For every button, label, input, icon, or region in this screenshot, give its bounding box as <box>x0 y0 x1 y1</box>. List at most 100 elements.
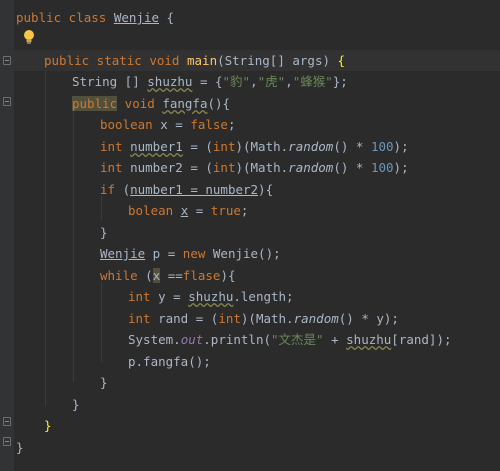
code-token: new <box>182 246 213 261</box>
code-line[interactable]: Wenjie p = new Wenjie(); <box>14 243 500 264</box>
code-token: )(Math. <box>240 311 294 326</box>
code-line[interactable]: } <box>14 222 500 243</box>
code-token: , <box>250 74 258 89</box>
code-token: == <box>160 268 183 283</box>
code-line[interactable]: int number2 = (int)(Math.random() * 100)… <box>14 157 500 178</box>
code-token: String [] <box>72 74 148 89</box>
code-token: System. <box>128 332 181 347</box>
code-token: )(Math. <box>235 139 289 154</box>
code-token: void <box>117 96 163 111</box>
code-token: main <box>187 53 218 68</box>
code-token: 100 <box>370 139 394 154</box>
code-line[interactable]: } <box>14 415 500 436</box>
code-token: ); <box>393 160 409 175</box>
code-token: "豹" <box>222 74 251 89</box>
editor-gutter[interactable] <box>0 0 14 471</box>
code-token: public <box>72 96 118 111</box>
code-token: 100 <box>370 160 394 175</box>
code-token: = ( <box>182 139 213 154</box>
code-token: = { <box>192 74 223 89</box>
code-token: ( <box>145 268 153 283</box>
code-line[interactable]: if (number1 = number2){ <box>14 179 500 200</box>
fold-marker-icon[interactable] <box>3 56 11 65</box>
code-token: .println( <box>203 332 271 347</box>
code-line[interactable]: int rand = (int)(Math.random() * y); <box>14 308 500 329</box>
code-token: "虎" <box>257 74 286 89</box>
code-token: (String[] args) <box>217 53 338 68</box>
code-token: p.fangfa(); <box>128 354 211 369</box>
code-token: } <box>44 418 52 433</box>
code-token: int <box>212 139 236 154</box>
code-token: public class <box>16 10 114 25</box>
code-line[interactable]: bolean x = true; <box>14 200 500 221</box>
code-token: int <box>100 160 131 175</box>
code-token: number2 = ( <box>130 160 213 175</box>
code-token: int <box>100 139 131 154</box>
code-line[interactable] <box>14 28 500 49</box>
code-token: public static void <box>44 53 187 68</box>
code-token: ; <box>240 203 249 218</box>
code-token: () * <box>333 160 371 175</box>
code-token: shuzhu <box>346 332 392 347</box>
code-token: random <box>293 311 339 326</box>
code-token: ){ <box>220 268 236 283</box>
code-line[interactable]: } <box>14 437 500 458</box>
fold-marker-icon[interactable] <box>3 417 11 426</box>
code-token: } <box>72 397 80 412</box>
code-token: .length; <box>233 289 294 304</box>
code-line[interactable]: public void fangfa(){ <box>14 93 500 114</box>
code-token: () * <box>333 139 371 154</box>
code-token: fangfa <box>162 96 208 111</box>
code-token: + <box>323 332 347 347</box>
code-token: "文杰是" <box>271 332 324 347</box>
code-token: , <box>285 74 293 89</box>
code-token: number1 = number2 <box>130 182 259 197</box>
code-token: y = <box>158 289 189 304</box>
code-token: ( <box>122 182 131 197</box>
fold-marker-icon[interactable] <box>3 97 11 106</box>
code-line[interactable]: boolean x = false; <box>14 114 500 135</box>
code-token: { <box>337 53 346 68</box>
code-line[interactable]: p.fangfa(); <box>14 351 500 372</box>
code-line[interactable]: System.out.println("文杰是" + shuzhu[rand])… <box>14 329 500 350</box>
code-token: ; <box>227 117 236 132</box>
code-token: (){ <box>207 96 231 111</box>
code-line[interactable]: public static void main(String[] args) { <box>14 50 500 71</box>
code-token: rand = ( <box>158 311 219 326</box>
code-token: Wenjie(); <box>212 246 281 261</box>
code-token: boolean <box>100 117 161 132</box>
code-token: p = <box>145 246 183 261</box>
code-line[interactable]: } <box>14 372 500 393</box>
code-token: random <box>288 139 334 154</box>
code-token: out <box>180 332 204 347</box>
code-token: () * y); <box>338 311 399 326</box>
code-token: flase <box>182 268 221 283</box>
code-line[interactable]: } <box>14 394 500 415</box>
code-token: Wenjie <box>100 246 146 261</box>
code-token: random <box>288 160 334 175</box>
code-token: bolean <box>128 203 181 218</box>
code-token: shuzhu <box>188 289 234 304</box>
code-line[interactable]: while (x ==flase){ <box>14 265 500 286</box>
code-token: } <box>100 375 108 390</box>
code-token: int <box>218 311 241 326</box>
code-token: } <box>100 225 108 240</box>
code-token: ); <box>393 139 409 154</box>
code-token: number1 <box>130 139 183 154</box>
code-token: ){ <box>258 182 274 197</box>
code-token: [rand]); <box>391 332 452 347</box>
code-token: int <box>128 289 159 304</box>
fold-marker-icon[interactable] <box>3 437 11 446</box>
code-line[interactable]: int number1 = (int)(Math.random() * 100)… <box>14 136 500 157</box>
code-token: Wenjie <box>113 10 159 25</box>
code-token: x = <box>160 117 191 132</box>
code-line[interactable]: public class Wenjie { <box>14 7 500 28</box>
code-token: shuzhu <box>147 74 193 89</box>
code-line[interactable]: int y = shuzhu.length; <box>14 286 500 307</box>
code-token: if <box>100 182 123 197</box>
code-token: } <box>16 440 24 455</box>
code-token: int <box>128 311 159 326</box>
code-token: while <box>100 268 146 283</box>
code-token: false <box>190 117 228 132</box>
code-line[interactable]: String [] shuzhu = {"豹","虎","蜂猴"}; <box>14 71 500 92</box>
